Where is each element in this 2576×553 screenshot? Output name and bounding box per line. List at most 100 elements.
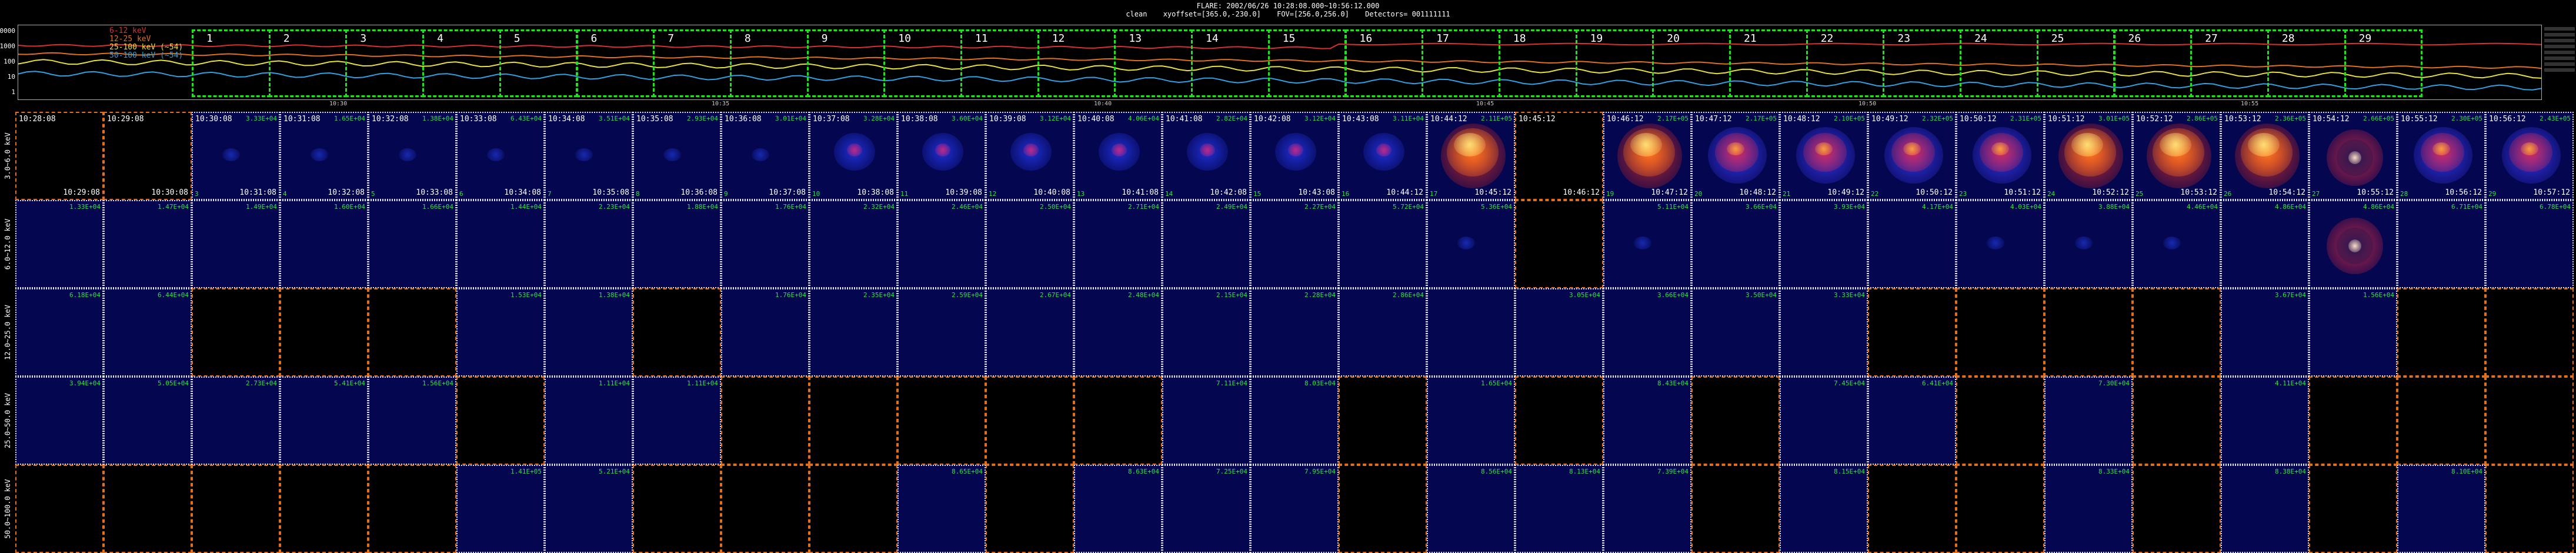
empty-image-cell[interactable] <box>1956 377 2044 465</box>
image-cell[interactable]: 1.49E+04 <box>192 200 280 288</box>
image-cell[interactable]: 10:32:08 1.38E+04 5 10:33:08 <box>368 112 456 200</box>
empty-image-cell[interactable] <box>104 465 192 553</box>
empty-image-cell[interactable] <box>368 288 456 377</box>
image-cell[interactable]: 8.13E+04 <box>1515 465 1603 553</box>
image-cell[interactable]: 2.67E+04 <box>986 288 1074 377</box>
image-cell[interactable]: 2.50E+04 <box>986 200 1074 288</box>
empty-image-cell[interactable] <box>2309 465 2397 553</box>
image-cell[interactable]: 8.33E+04 <box>2044 465 2133 553</box>
image-cell[interactable]: 1.76E+04 <box>721 200 809 288</box>
empty-image-cell[interactable] <box>809 377 897 465</box>
image-cell[interactable]: 4.86E+04 <box>2221 200 2309 288</box>
image-cell[interactable]: 3.66E+04 <box>1603 288 1691 377</box>
image-cell[interactable]: 10:49:12 2.32E+05 22 10:50:12 <box>1868 112 1956 200</box>
image-cell[interactable]: 1.11E+04 <box>633 377 721 465</box>
image-cell[interactable]: 2.15E+04 <box>1162 288 1250 377</box>
image-cell[interactable]: 3.66E+04 <box>1691 200 1780 288</box>
image-cell[interactable]: 4.86E+04 <box>2309 200 2397 288</box>
interval-box[interactable]: 10 <box>883 29 962 97</box>
image-cell[interactable]: 5.11E+04 <box>1603 200 1691 288</box>
image-cell[interactable]: 8.43E+04 <box>1603 377 1691 465</box>
image-cell[interactable]: 3.88E+04 <box>2044 200 2133 288</box>
image-cell[interactable]: 8.03E+04 <box>1250 377 1339 465</box>
image-cell[interactable]: 8.56E+04 <box>1427 465 1515 553</box>
image-cell[interactable]: 5.41E+04 <box>280 377 368 465</box>
empty-image-cell[interactable] <box>2044 288 2133 377</box>
empty-image-cell[interactable] <box>15 465 104 553</box>
image-cell[interactable]: 1.76E+04 <box>721 288 809 377</box>
image-cell[interactable]: 10:47:12 2.17E+05 20 10:48:12 <box>1691 112 1780 200</box>
image-cell[interactable]: 7.25E+04 <box>1162 465 1250 553</box>
image-cell[interactable]: 6.18E+04 <box>15 288 104 377</box>
image-cell[interactable]: 5.72E+04 <box>1339 200 1427 288</box>
empty-image-cell[interactable] <box>1956 465 2044 553</box>
image-cell[interactable]: 2.48E+04 <box>1074 288 1162 377</box>
image-cell[interactable]: 10:42:08 3.12E+04 15 10:43:08 <box>1250 112 1339 200</box>
image-cell[interactable]: 10:51:12 3.01E+05 24 10:52:12 <box>2044 112 2133 200</box>
image-cell[interactable]: 4.11E+04 <box>2221 377 2309 465</box>
empty-image-cell[interactable] <box>280 288 368 377</box>
image-cell[interactable]: 2.28E+04 <box>1250 288 1339 377</box>
empty-image-cell[interactable] <box>2485 465 2574 553</box>
interval-box[interactable]: 9 <box>806 29 886 97</box>
image-cell[interactable]: 10:50:12 2.31E+05 23 10:51:12 <box>1956 112 2044 200</box>
image-cell[interactable]: 2.49E+04 <box>1162 200 1250 288</box>
image-cell[interactable]: 7.45E+04 <box>1780 377 1868 465</box>
image-cell[interactable]: 1.47E+04 <box>104 200 192 288</box>
image-cell[interactable]: 3.93E+04 <box>1780 200 1868 288</box>
empty-image-cell[interactable] <box>1691 377 1780 465</box>
image-cell[interactable]: 1.60E+04 <box>280 200 368 288</box>
empty-image-cell[interactable] <box>2309 377 2397 465</box>
image-cell[interactable]: 2.71E+04 <box>1074 200 1162 288</box>
empty-image-cell[interactable] <box>1074 377 1162 465</box>
image-cell[interactable]: 1.33E+04 <box>15 200 104 288</box>
interval-box[interactable]: 11 <box>960 29 1039 97</box>
image-cell[interactable]: 10:38:08 3.60E+04 11 10:39:08 <box>897 112 986 200</box>
image-cell[interactable]: 3.67E+04 <box>2221 288 2309 377</box>
empty-image-cell[interactable] <box>986 465 1074 553</box>
image-cell[interactable]: 10:54:12 2.66E+05 27 10:55:12 <box>2309 112 2397 200</box>
interval-box[interactable]: 26 <box>2113 29 2193 97</box>
image-cell[interactable]: 3.33E+04 <box>1780 288 1868 377</box>
interval-box[interactable]: 25 <box>2036 29 2115 97</box>
image-cell[interactable]: 2.35E+04 <box>809 288 897 377</box>
empty-image-cell[interactable] <box>897 377 986 465</box>
image-cell[interactable]: 10:34:08 3.51E+04 7 10:35:08 <box>545 112 633 200</box>
image-cell[interactable]: 8.10E+04 <box>2397 465 2485 553</box>
interval-box[interactable]: 1 <box>192 29 271 97</box>
empty-image-cell[interactable] <box>2485 288 2574 377</box>
image-cell[interactable]: 10:36:08 3.01E+04 9 10:37:08 <box>721 112 809 200</box>
image-cell[interactable] <box>1427 288 1515 377</box>
interval-box[interactable]: 24 <box>1960 29 2038 97</box>
image-cell[interactable]: 1.53E+04 <box>456 288 545 377</box>
image-cell[interactable]: 2.46E+04 <box>897 200 986 288</box>
image-cell[interactable]: 8.65E+04 <box>897 465 986 553</box>
image-cell[interactable]: 10:44:12 2.11E+05 17 10:45:12 <box>1427 112 1515 200</box>
empty-image-cell[interactable] <box>809 465 897 553</box>
image-cell[interactable]: 7.39E+04 <box>1603 465 1691 553</box>
empty-image-cell[interactable] <box>1956 288 2044 377</box>
image-cell[interactable]: 7.30E+04 <box>2044 377 2133 465</box>
image-cell[interactable]: 8.63E+04 <box>1074 465 1162 553</box>
empty-image-cell[interactable] <box>1868 288 1956 377</box>
empty-image-cell[interactable] <box>1515 377 1603 465</box>
interval-box[interactable]: 28 <box>2267 29 2346 97</box>
interval-box[interactable]: 14 <box>1191 29 1270 97</box>
image-cell[interactable]: 1.56E+04 <box>368 377 456 465</box>
image-cell[interactable]: 5.36E+04 <box>1427 200 1515 288</box>
interval-box[interactable]: 13 <box>1114 29 1193 97</box>
image-cell[interactable]: 7.95E+04 <box>1250 465 1339 553</box>
empty-image-cell[interactable] <box>192 465 280 553</box>
empty-image-cell[interactable]: 10:29:08 10:30:08 <box>104 112 192 200</box>
empty-image-cell[interactable] <box>2397 288 2485 377</box>
empty-image-cell[interactable] <box>2133 465 2221 553</box>
empty-image-cell[interactable] <box>2133 377 2221 465</box>
image-cell[interactable]: 10:46:12 2.17E+05 19 10:47:12 <box>1603 112 1691 200</box>
image-cell[interactable]: 10:55:12 2.30E+05 28 10:56:12 <box>2397 112 2485 200</box>
empty-image-cell[interactable] <box>1515 200 1603 288</box>
image-cell[interactable]: 1.66E+04 <box>368 200 456 288</box>
empty-image-cell[interactable] <box>280 465 368 553</box>
image-cell[interactable]: 6.41E+04 <box>1868 377 1956 465</box>
image-cell[interactable]: 5.21E+04 <box>545 465 633 553</box>
interval-box[interactable]: 8 <box>729 29 809 97</box>
